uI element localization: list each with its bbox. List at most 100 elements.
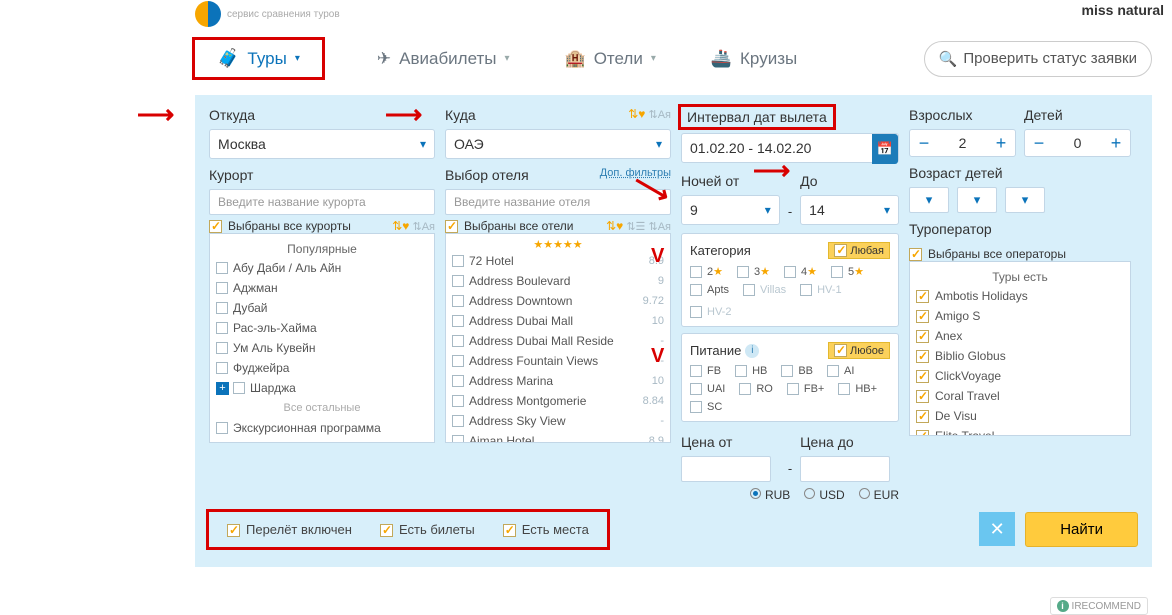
label-operator: Туроператор: [909, 221, 1131, 237]
list-item[interactable]: Address Marina10: [452, 371, 664, 391]
date-range-input[interactable]: 01.02.20 - 14.02.20📅: [681, 133, 899, 163]
resort-input[interactable]: Введите название курорта: [209, 189, 435, 215]
minus-button[interactable]: −: [910, 129, 938, 157]
list-item[interactable]: Address Montgomerie8.84: [452, 391, 664, 411]
close-button[interactable]: ✕: [979, 512, 1015, 546]
plane-icon: ✈: [377, 49, 391, 69]
list-item[interactable]: 72 Hotel8.9: [452, 251, 664, 271]
meal-option[interactable]: UAI: [690, 383, 725, 395]
currency-usd[interactable]: USD: [804, 488, 844, 502]
star-rating: ★★★★★: [452, 238, 664, 251]
currency-rub[interactable]: RUB: [750, 488, 790, 502]
list-item[interactable]: ClickVoyage: [916, 366, 1124, 386]
list-item[interactable]: Абу Даби / Аль Айн: [216, 258, 428, 278]
list-item[interactable]: Elite Travel: [916, 426, 1124, 436]
watermark: iIRECOMMEND: [1050, 597, 1148, 615]
list-item[interactable]: Address Dubai Mall Reside-: [452, 331, 664, 351]
category-option[interactable]: 4★: [784, 265, 817, 278]
meal-option[interactable]: FB+: [787, 383, 824, 395]
list-item[interactable]: Address Fountain Views-: [452, 351, 664, 371]
any-category-toggle[interactable]: Любая: [828, 242, 890, 259]
nav-flights[interactable]: ✈Авиабилеты▾: [377, 49, 510, 69]
label-meal: Питание: [690, 343, 741, 358]
list-item[interactable]: Address Downtown9.72: [452, 291, 664, 311]
list-item[interactable]: Anex: [916, 326, 1124, 346]
label-hotel: Выбор отеля: [445, 167, 529, 183]
nights-from-select[interactable]: 9▾: [681, 195, 780, 225]
list-item[interactable]: Address Dubai Mall10: [452, 311, 664, 331]
meal-option[interactable]: FB: [690, 365, 721, 377]
from-select[interactable]: Москва▾: [209, 129, 435, 159]
list-item[interactable]: Аджман: [216, 278, 428, 298]
check-has-tickets[interactable]: Есть билеты: [380, 522, 475, 537]
meal-option[interactable]: HB: [735, 365, 767, 377]
label-child-age: Возраст детей: [909, 165, 1131, 181]
check-flight-included[interactable]: Перелёт включен: [227, 522, 352, 537]
search-panel: ⟶ ⟶ ⟶ ⟶ V V Откуда Москва▾ Курорт Введит…: [195, 95, 1152, 567]
category-option[interactable]: HV-2: [690, 306, 731, 318]
price-from-input[interactable]: [681, 456, 771, 482]
category-option[interactable]: 3★: [737, 265, 770, 278]
list-item[interactable]: Ajman Hotel8.9: [452, 431, 664, 443]
check-status-button[interactable]: 🔍Проверить статус заявки: [924, 41, 1152, 77]
category-option[interactable]: HV-1: [800, 284, 841, 296]
checkbox[interactable]: [216, 422, 228, 434]
nav-hotels[interactable]: 🏨Отели▾: [565, 49, 656, 69]
list-item[interactable]: Coral Travel: [916, 386, 1124, 406]
checkbox-all-resorts[interactable]: [209, 220, 222, 233]
list-item[interactable]: Дубай: [216, 298, 428, 318]
any-meal-toggle[interactable]: Любое: [828, 342, 890, 359]
child-age-select[interactable]: ▾: [909, 187, 949, 213]
category-option[interactable]: Villas: [743, 284, 786, 296]
adults-stepper[interactable]: −2+: [909, 129, 1016, 157]
list-item[interactable]: De Visu: [916, 406, 1124, 426]
nav-cruises[interactable]: 🚢Круизы: [711, 49, 797, 69]
meal-option[interactable]: SC: [690, 401, 722, 413]
list-item[interactable]: Amigo S: [916, 306, 1124, 326]
check-has-places[interactable]: Есть места: [503, 522, 589, 537]
category-option[interactable]: 5★: [831, 265, 864, 278]
meal-option[interactable]: HB+: [838, 383, 877, 395]
plus-button[interactable]: +: [1102, 129, 1130, 157]
meal-option[interactable]: AI: [827, 365, 854, 377]
currency-eur[interactable]: EUR: [859, 488, 899, 502]
chevron-down-icon: ▾: [420, 137, 426, 151]
child-age-select[interactable]: ▾: [1005, 187, 1045, 213]
meal-option[interactable]: BB: [781, 365, 813, 377]
hotel-list[interactable]: ★★★★★ 72 Hotel8.9Address Boulevard9Addre…: [445, 233, 671, 443]
list-item[interactable]: Address Sky View-: [452, 411, 664, 431]
suitcase-icon: 🧳: [217, 48, 239, 69]
label-nights-to: До: [800, 173, 899, 189]
nav-tours[interactable]: 🧳 Туры ▾: [195, 40, 322, 77]
operator-list[interactable]: Туры есть Ambotis HolidaysAmigo SAnexBib…: [909, 261, 1131, 436]
checkbox-all-operators[interactable]: [909, 248, 922, 261]
checkbox-all-hotels[interactable]: [445, 220, 458, 233]
close-icon: ✕: [990, 519, 1005, 540]
ship-icon: 🚢: [711, 49, 732, 69]
resort-list[interactable]: Популярные Абу Даби / Аль АйнАджманДубай…: [209, 233, 435, 443]
list-item[interactable]: Biblio Globus: [916, 346, 1124, 366]
plus-button[interactable]: +: [987, 129, 1015, 157]
meal-option[interactable]: RO: [739, 383, 773, 395]
logo-icon: [195, 1, 221, 27]
find-button[interactable]: Найти: [1025, 512, 1138, 547]
chevron-down-icon: ▾: [505, 53, 510, 64]
list-item[interactable]: Address Boulevard9: [452, 271, 664, 291]
info-icon[interactable]: i: [745, 344, 759, 358]
category-option[interactable]: 2★: [690, 265, 723, 278]
category-option[interactable]: Apts: [690, 284, 729, 296]
list-item[interactable]: Рас-эль-Хайма: [216, 318, 428, 338]
list-item[interactable]: +Шарджа: [216, 378, 428, 398]
child-age-select[interactable]: ▾: [957, 187, 997, 213]
chevron-down-icon: ▾: [651, 53, 656, 64]
children-stepper[interactable]: −0+: [1024, 129, 1131, 157]
to-select[interactable]: ОАЭ▾: [445, 129, 671, 159]
minus-button[interactable]: −: [1025, 129, 1053, 157]
list-item[interactable]: Фуджейра: [216, 358, 428, 378]
nights-to-select[interactable]: 14▾: [800, 195, 899, 225]
arrow-annotation: ⟶: [137, 99, 174, 130]
list-item[interactable]: Ambotis Holidays: [916, 286, 1124, 306]
price-to-input[interactable]: [800, 456, 890, 482]
list-item[interactable]: Ум Аль Кувейн: [216, 338, 428, 358]
expand-icon[interactable]: +: [216, 382, 229, 395]
